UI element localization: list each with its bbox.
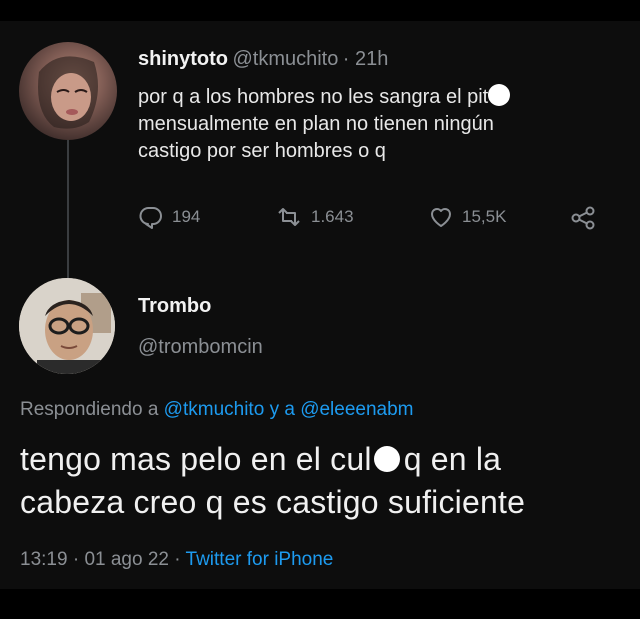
tweet2-date[interactable]: 01 ago 22 <box>84 549 169 570</box>
avatar-trombo[interactable] <box>19 278 115 374</box>
retweet-button[interactable]: 1.643 <box>275 205 354 229</box>
tweet2-handle[interactable]: @trombomcin <box>138 336 263 359</box>
avatar-image <box>19 278 115 374</box>
tweet2-metadata: 13:19 · 01 ago 22 · Twitter for iPhone <box>20 549 333 571</box>
tweet1-time[interactable]: · 21h <box>343 48 389 70</box>
replying-to-link-2[interactable]: @eleeenabm <box>300 399 413 420</box>
tweet2-text-line1a: tengo mas pelo en el cul <box>20 441 372 477</box>
reply-count: 194 <box>172 207 201 226</box>
share-button[interactable] <box>570 205 596 231</box>
like-count: 15,5K <box>462 207 507 226</box>
replying-to-link-1[interactable]: @tkmuchito <box>164 399 265 420</box>
tweet1-text: por q a los hombres no les sangra el pit… <box>138 84 638 165</box>
tweet2-time[interactable]: 13:19 <box>20 549 68 570</box>
tweet1-handle[interactable]: @tkmuchito <box>232 48 338 70</box>
replying-and: y a <box>269 399 295 420</box>
tweet2-text-line1b: q en la <box>403 441 502 477</box>
separator-dot: · <box>72 549 80 570</box>
redaction-dot <box>373 446 400 472</box>
retweet-icon <box>278 208 300 226</box>
reply-icon <box>139 207 162 229</box>
like-button[interactable]: 15,5K <box>428 205 506 229</box>
tweet1-header: shinytoto @tkmuchito · 21h <box>138 48 388 71</box>
redaction-dot <box>488 84 511 106</box>
replying-prefix: Respondiendo a <box>20 399 159 420</box>
retweet-count: 1.643 <box>311 207 354 226</box>
tweet2-text: tengo mas pelo en el cul q en la cabeza c… <box>20 438 525 524</box>
reply-button[interactable]: 194 <box>138 205 200 229</box>
tweet2-text-line2: cabeza creo q es castigo suficiente <box>20 484 526 520</box>
tweet1-text-line1: por q a los hombres no les sangra el pit <box>138 86 489 108</box>
tweet1-actions: 194 1.643 15,5K <box>138 205 608 233</box>
like-icon <box>431 208 451 227</box>
avatar-image <box>38 56 98 129</box>
separator-dot: · <box>174 549 181 570</box>
tweet1-text-line2: mensualmente en plan no tienen ningún <box>138 113 494 135</box>
tweet2-display-name[interactable]: Trombo <box>138 295 211 318</box>
tweet2-source[interactable]: Twitter for iPhone <box>186 549 334 570</box>
tweet1-display-name[interactable]: shinytoto <box>138 48 228 70</box>
replying-to: Respondiendo a @tkmuchito y a @eleeenabm <box>20 399 414 421</box>
avatar-shinytoto[interactable] <box>19 42 117 140</box>
share-icon <box>571 206 595 230</box>
tweet1-text-line3: castigo por ser hombres o q <box>138 140 386 162</box>
thread-connector <box>67 140 69 280</box>
